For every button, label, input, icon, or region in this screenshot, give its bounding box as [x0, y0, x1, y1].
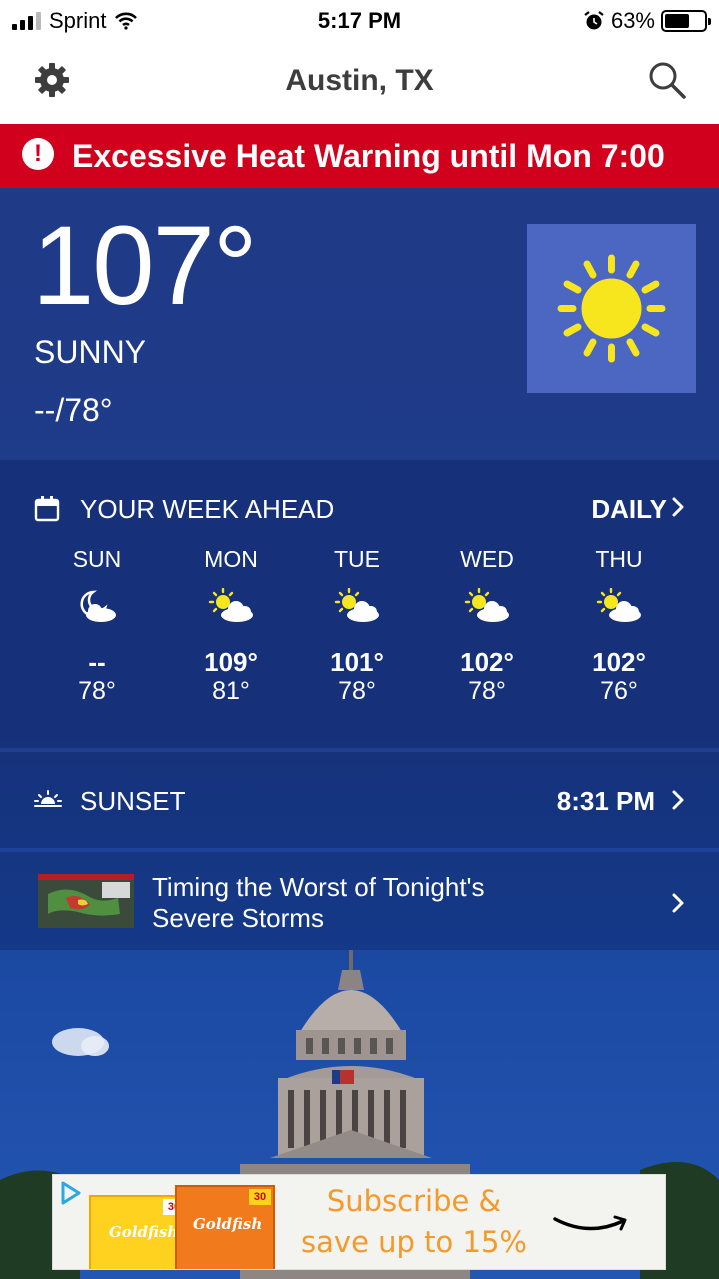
- forecast-day[interactable]: TUE 101° 78°: [302, 546, 412, 706]
- day-high: 102°: [460, 647, 514, 677]
- day-high: 109°: [204, 647, 258, 677]
- day-name: WED: [460, 546, 514, 572]
- news-story-row[interactable]: Timing the Worst of Tonight's Severe Sto…: [0, 852, 719, 950]
- partly-sunny-icon: [596, 587, 641, 622]
- battery-fill: [665, 14, 689, 28]
- sun-icon: [557, 254, 666, 363]
- chevron-right-icon[interactable]: [671, 789, 685, 811]
- location-title[interactable]: Austin, TX: [0, 64, 719, 98]
- sunset-label: SUNSET: [80, 786, 186, 816]
- sunset-time: 8:31 PM: [556, 786, 655, 816]
- goldfish-box-image: Goldfish 30: [175, 1185, 275, 1269]
- chevron-right-icon[interactable]: [671, 496, 685, 518]
- sunset-icon: [34, 790, 62, 807]
- status-bar: Sprint 5:17 PM 63%: [0, 0, 719, 40]
- day-low: 78°: [338, 677, 376, 705]
- adchoices-icon[interactable]: [57, 1179, 85, 1207]
- day-low: 78°: [468, 677, 506, 705]
- day-name: THU: [595, 546, 643, 572]
- day-high: 102°: [592, 647, 646, 677]
- count-badge: 30: [249, 1189, 271, 1205]
- calendar-icon: [34, 496, 60, 522]
- story-headline: Timing the Worst of Tonight's Severe Sto…: [152, 872, 485, 933]
- search-icon[interactable]: [647, 60, 687, 100]
- ad-banner[interactable]: Goldfish 30 Goldfish 30 Subscribe & save…: [52, 1174, 666, 1270]
- day-high: 101°: [330, 647, 384, 677]
- battery-percent: 63%: [610, 8, 655, 33]
- sunset-row[interactable]: SUNSET 8:31 PM: [0, 752, 719, 848]
- week-ahead-title: YOUR WEEK AHEAD: [80, 494, 335, 524]
- forecast-day[interactable]: MON 109° 81°: [176, 546, 286, 706]
- story-thumbnail: [38, 874, 134, 928]
- current-conditions: 107° SUNNY --/78°: [0, 188, 719, 460]
- partly-sunny-icon: [334, 587, 379, 622]
- day-low: 78°: [78, 677, 116, 705]
- battery-icon: [661, 10, 711, 32]
- partly-sunny-icon: [464, 587, 509, 622]
- current-temperature: 107°: [32, 203, 258, 328]
- exclamation-icon: !: [22, 138, 54, 170]
- nav-bar: Austin, TX: [0, 40, 719, 124]
- day-low: 76°: [600, 677, 638, 705]
- forecast-day[interactable]: WED 102° 78°: [432, 546, 542, 706]
- amazon-smile-icon: [553, 1215, 627, 1231]
- day-high: --: [88, 647, 106, 677]
- day-name: MON: [204, 546, 258, 572]
- chevron-right-icon[interactable]: [671, 892, 685, 914]
- condition-icon-box: [527, 224, 696, 393]
- week-ahead-card[interactable]: YOUR WEEK AHEAD DAILY SUN -- 78° MON 109…: [0, 460, 719, 748]
- brand-text: Goldfish: [109, 1223, 179, 1241]
- partly-sunny-icon: [208, 587, 253, 622]
- forecast-day[interactable]: THU 102° 76°: [564, 546, 674, 706]
- ad-promo-text: Subscribe & save up to 15%: [301, 1184, 527, 1259]
- current-condition: SUNNY: [34, 334, 147, 370]
- goldfish-box-image: Goldfish 30: [89, 1195, 189, 1269]
- heat-warning-banner[interactable]: ! Excessive Heat Warning until Mon 7:00: [0, 124, 719, 188]
- day-name: SUN: [72, 546, 122, 572]
- moon-cloud-icon: [80, 590, 116, 622]
- alert-text: Excessive Heat Warning until Mon 7:00: [72, 138, 665, 174]
- day-name: TUE: [334, 546, 380, 572]
- brand-text: Goldfish: [193, 1215, 263, 1233]
- day-low: 81°: [212, 677, 250, 705]
- daily-link[interactable]: DAILY: [591, 494, 667, 525]
- alarm-icon: [584, 11, 604, 30]
- forecast-day[interactable]: SUN -- 78°: [42, 546, 152, 706]
- status-right: 63%: [583, 8, 711, 34]
- current-hi-lo: --/78°: [34, 392, 113, 428]
